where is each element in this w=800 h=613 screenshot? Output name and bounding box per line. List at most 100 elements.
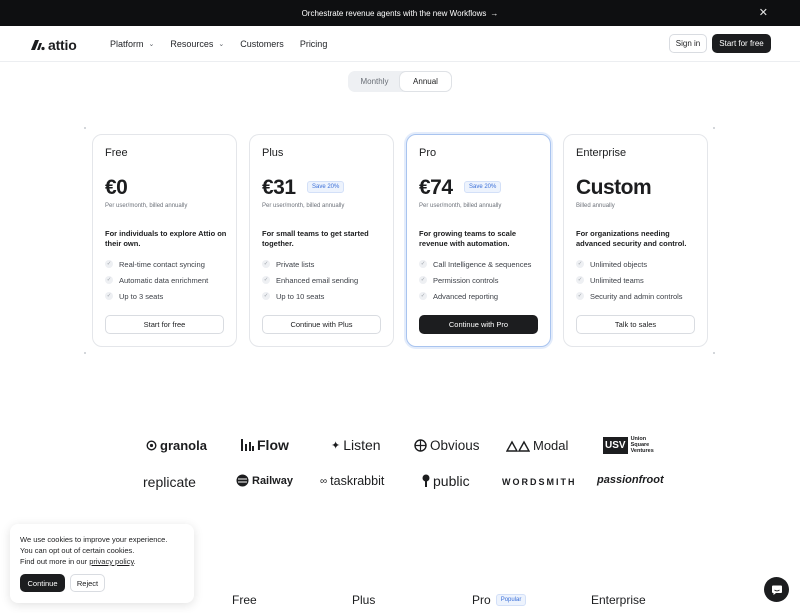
feature-label: Call Intelligence & sequences bbox=[433, 259, 532, 269]
feature-item: ✓ Permission controls bbox=[419, 272, 531, 288]
attio-logo[interactable]: attio bbox=[31, 37, 77, 53]
start-for-free-button[interactable]: Start for free bbox=[712, 34, 771, 53]
plan-price: €74 bbox=[419, 176, 453, 199]
check-icon: ✓ bbox=[262, 276, 270, 284]
save-badge: Save 20% bbox=[464, 181, 502, 193]
cookie-reject-button[interactable]: Reject bbox=[70, 574, 105, 592]
check-icon: ✓ bbox=[105, 260, 113, 268]
feature-label: Advanced reporting bbox=[433, 291, 499, 301]
usv-line-3: Ventures bbox=[630, 448, 654, 454]
decorative-dot bbox=[713, 127, 715, 129]
feature-item: ✓ Up to 3 seats bbox=[105, 288, 208, 304]
logo-wordsmith: WORDSMITH bbox=[502, 477, 577, 487]
feature-item: ✓ Automatic data enrichment bbox=[105, 272, 208, 288]
feature-item: ✓ Real-time contact syncing bbox=[105, 256, 208, 272]
logo-obvious: Obvious bbox=[414, 438, 480, 453]
cookie-line-prefix: Find out more in our bbox=[20, 557, 90, 566]
usv-mark: USV bbox=[603, 436, 628, 454]
arrow-right-icon: → bbox=[490, 8, 499, 18]
popular-badge: Popular bbox=[495, 594, 527, 606]
logo-text: passionfroot bbox=[597, 474, 664, 486]
continue-with-pro-button[interactable]: Continue with Pro bbox=[419, 315, 538, 334]
cookie-line: You can opt out of certain cookies. bbox=[20, 546, 135, 555]
announcement-text[interactable]: Orchestrate revenue agents with the new … bbox=[302, 9, 487, 18]
feature-label: Permission controls bbox=[433, 275, 499, 285]
menu-pricing[interactable]: Pricing bbox=[300, 39, 328, 49]
plan-billing-note: Per user/month, billed annually bbox=[262, 203, 345, 209]
compare-column-enterprise: Enterprise bbox=[591, 593, 646, 607]
feature-item: ✓ Security and admin controls bbox=[576, 288, 683, 304]
attio-mark-icon bbox=[31, 40, 45, 51]
logo-text: Listen bbox=[343, 437, 381, 453]
chevron-down-icon: ⌄ bbox=[218, 41, 225, 48]
plan-features: ✓ Real-time contact syncing ✓ Automatic da… bbox=[105, 256, 208, 304]
start-for-free-plan-button[interactable]: Start for free bbox=[105, 315, 224, 334]
billing-option-annual[interactable]: Annual bbox=[400, 72, 451, 91]
feature-item: ✓ Advanced reporting bbox=[419, 288, 531, 304]
menu-resources[interactable]: Resources ⌄ bbox=[170, 39, 224, 49]
logo-taskrabbit: ∞ taskrabbit bbox=[320, 474, 384, 488]
plan-billing-note: Per user/month, billed annually bbox=[105, 203, 188, 209]
feature-label: Automatic data enrichment bbox=[119, 275, 209, 285]
railway-mark-icon bbox=[236, 474, 249, 487]
listen-mark-icon: ✦ bbox=[331, 439, 341, 452]
plan-card-pro: Pro €74 Save 20% Per user/month, billed … bbox=[406, 134, 551, 347]
plan-card-free: Free €0 Per user/month, billed annually … bbox=[92, 134, 237, 347]
menu-label: Resources bbox=[170, 39, 214, 49]
feature-item: ✓ Call Intelligence & sequences bbox=[419, 256, 531, 272]
feature-item: ✓ Unlimited objects bbox=[576, 256, 683, 272]
feature-label: Up to 10 seats bbox=[276, 291, 325, 301]
check-icon: ✓ bbox=[576, 292, 584, 300]
compare-column-free: Free bbox=[232, 593, 257, 607]
check-icon: ✓ bbox=[419, 276, 427, 284]
privacy-policy-link[interactable]: privacy policy bbox=[89, 557, 133, 566]
flow-bars-icon bbox=[241, 439, 254, 451]
logo-text: Modal bbox=[533, 438, 569, 453]
feature-label: Unlimited teams bbox=[590, 275, 644, 285]
menu-label: Customers bbox=[240, 39, 284, 49]
check-icon: ✓ bbox=[419, 260, 427, 268]
cookie-line: Find out more in our privacy policy. bbox=[20, 556, 167, 567]
taskrabbit-mark-icon: ∞ bbox=[320, 475, 328, 487]
menu-label: Pricing bbox=[299, 39, 328, 49]
feature-label: Up to 3 seats bbox=[119, 291, 164, 301]
chat-launcher-button[interactable] bbox=[764, 577, 789, 602]
chat-bubble-icon bbox=[771, 585, 782, 595]
plan-price: €0 bbox=[105, 176, 128, 199]
decorative-dot bbox=[713, 352, 715, 354]
check-icon: ✓ bbox=[105, 292, 113, 300]
sign-in-button[interactable]: Sign in bbox=[669, 34, 707, 53]
feature-label: Private lists bbox=[276, 259, 315, 269]
close-icon[interactable]: ✕ bbox=[759, 6, 768, 19]
plan-billing-note: Billed annually bbox=[576, 203, 615, 209]
cookie-continue-button[interactable]: Continue bbox=[20, 574, 65, 592]
talk-to-sales-button[interactable]: Talk to sales bbox=[576, 315, 695, 334]
granola-mark-icon bbox=[146, 440, 157, 451]
plan-price: Custom bbox=[576, 176, 652, 199]
modal-mark-icon bbox=[506, 440, 530, 452]
menu-label: Platform bbox=[110, 39, 144, 49]
plan-name: Free bbox=[105, 147, 128, 159]
plan-billing-note: Per user/month, billed annually bbox=[419, 203, 502, 209]
plan-description: For individuals to explore Attio on thei… bbox=[105, 229, 227, 248]
logo-text: taskrabbit bbox=[330, 474, 385, 488]
menu-platform[interactable]: Platform ⌄ bbox=[110, 39, 154, 49]
decorative-dot bbox=[84, 127, 86, 129]
logo-granola: granola bbox=[146, 438, 207, 453]
plan-price: €31 bbox=[262, 176, 296, 199]
compare-column-pro: Pro Popular bbox=[472, 593, 527, 607]
check-icon: ✓ bbox=[576, 260, 584, 268]
cookie-banner: We use cookies to improve your experienc… bbox=[10, 524, 194, 603]
logo-passionfroot: passionfroot bbox=[597, 474, 664, 486]
logo-usv: USV Union Square Ventures bbox=[603, 436, 654, 454]
check-icon: ✓ bbox=[419, 292, 427, 300]
billing-option-monthly[interactable]: Monthly bbox=[349, 72, 400, 91]
logo-text: Obvious bbox=[430, 438, 480, 453]
menu-customers[interactable]: Customers bbox=[240, 39, 284, 49]
announcement-bar[interactable]: Orchestrate revenue agents with the new … bbox=[0, 0, 800, 26]
obvious-mark-icon bbox=[414, 439, 427, 452]
logo-replicate: replicate bbox=[143, 474, 196, 490]
continue-with-plus-button[interactable]: Continue with Plus bbox=[262, 315, 381, 334]
cookie-line-suffix: . bbox=[133, 557, 136, 566]
billing-toggle: Monthly Annual bbox=[348, 71, 452, 92]
